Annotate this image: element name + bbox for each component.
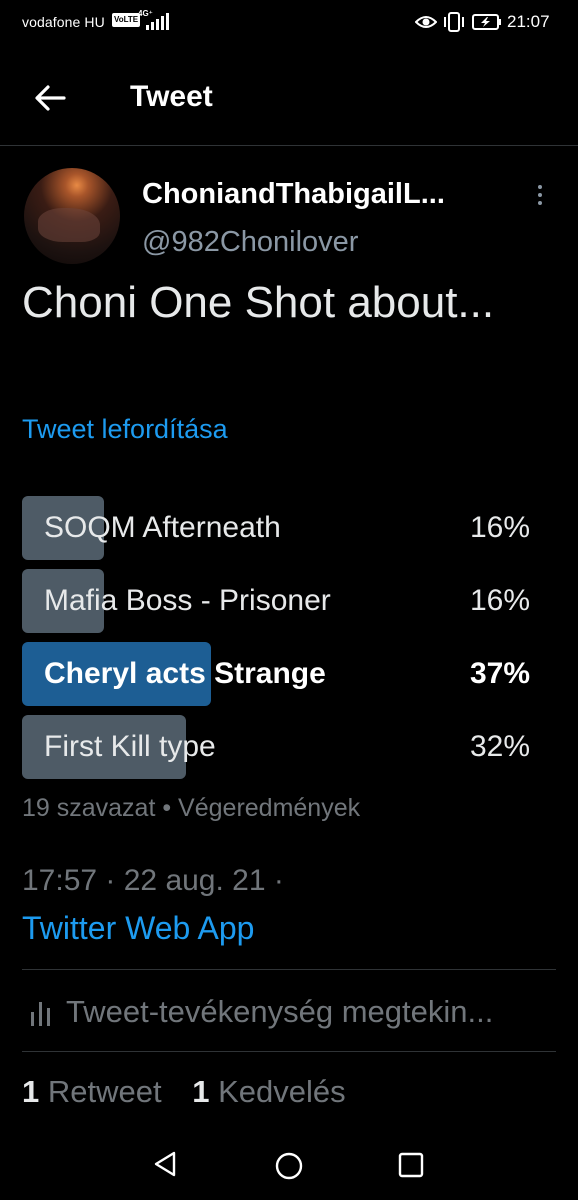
eye-icon: [414, 13, 438, 35]
back-button[interactable]: [26, 74, 74, 122]
volte-badge: VoLTE: [112, 13, 141, 27]
signal-icon: [146, 13, 170, 35]
poll: SOQM Afterneath 16% Mafia Boss - Prisoner 1…: [22, 496, 534, 788]
engagement-stats: 1 Retweet 1 Kedvelés: [22, 1074, 368, 1110]
header-divider: [0, 145, 578, 146]
tweet-activity-label: Tweet-tevékenység megtekin...: [66, 994, 494, 1029]
author-display-name[interactable]: ChoniandThabigailL...: [142, 178, 504, 211]
divider: [22, 1051, 556, 1052]
poll-option-percent: 16%: [469, 511, 530, 544]
likes-stat[interactable]: 1 Kedvelés: [192, 1074, 345, 1110]
more-icon: [538, 185, 542, 189]
poll-option-percent: 37%: [469, 657, 530, 690]
carrier-name: vodafone HU: [22, 14, 105, 30]
arrow-left-icon: [35, 85, 66, 111]
status-time: 21:07: [507, 12, 550, 31]
author-handle[interactable]: @982Chonilover: [142, 226, 358, 259]
page-title: Tweet: [130, 80, 213, 113]
tweet-timestamp: 17:57 · 22 aug. 21 ·: [22, 864, 284, 897]
vibrate-icon: [442, 12, 466, 36]
nav-home-icon[interactable]: [274, 1151, 304, 1186]
tweet-text: Choni One Shot about...: [22, 278, 495, 327]
retweets-stat[interactable]: 1 Retweet: [22, 1074, 162, 1110]
battery-charging-icon: [472, 14, 502, 34]
poll-option: SOQM Afterneath 16%: [22, 496, 534, 560]
poll-option: Cheryl acts Strange 37%: [22, 642, 534, 706]
poll-option-percent: 32%: [469, 730, 530, 763]
nav-recents-icon[interactable]: [398, 1152, 424, 1183]
tweet-source-link[interactable]: Twitter Web App: [22, 910, 254, 947]
poll-option-label: Cheryl acts Strange: [44, 657, 326, 690]
more-options-button[interactable]: [528, 182, 552, 214]
tweet-activity-button[interactable]: Tweet-tevékenység megtekin...: [22, 970, 556, 1050]
nav-back-icon[interactable]: [152, 1150, 178, 1183]
retweets-count: 1: [22, 1074, 40, 1109]
app-bar: Tweet: [0, 50, 578, 146]
avatar[interactable]: [24, 168, 120, 264]
poll-meta: 19 szavazat • Végeredmények: [22, 794, 361, 822]
poll-option-percent: 16%: [469, 584, 530, 617]
poll-option-label: SOQM Afterneath: [44, 511, 281, 544]
bar-chart-icon: [30, 1000, 52, 1031]
likes-label: Kedvelés: [218, 1074, 346, 1109]
poll-option-label: Mafia Boss - Prisoner: [44, 584, 331, 617]
system-nav-bar: [0, 1130, 578, 1200]
poll-option: Mafia Boss - Prisoner 16%: [22, 569, 534, 633]
likes-count: 1: [192, 1074, 210, 1109]
poll-option-label: First Kill type: [44, 730, 216, 763]
retweets-label: Retweet: [47, 1074, 162, 1109]
poll-option: First Kill type 32%: [22, 715, 534, 779]
status-bar: vodafone HU VoLTE 4G⁺ 21:07: [0, 0, 578, 46]
translate-tweet-link[interactable]: Tweet lefordítása: [22, 414, 228, 445]
